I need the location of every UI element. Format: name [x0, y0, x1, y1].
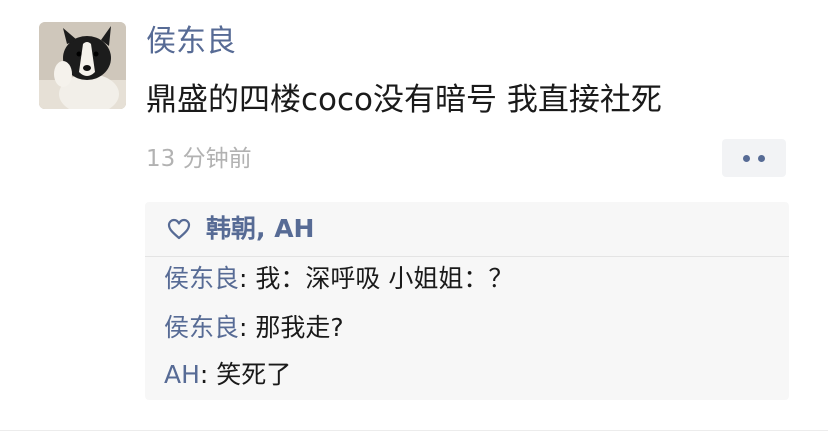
comment-author[interactable]: 侯东良 — [164, 313, 239, 342]
avatar[interactable] — [39, 22, 126, 109]
post-bottom-divider — [0, 430, 828, 431]
more-actions-button[interactable] — [722, 139, 786, 177]
comment-text: 笑死了 — [216, 360, 292, 389]
likes-names[interactable]: 韩朝, AH — [206, 211, 314, 247]
comment-separator: : — [199, 360, 217, 389]
comment-separator: : — [239, 313, 256, 342]
post-text: 鼎盛的四楼coco没有暗号 我直接社死 — [146, 82, 662, 118]
comment-item[interactable]: 侯东良: 那我走? — [164, 310, 344, 346]
comment-text: 那我走? — [255, 313, 344, 342]
comment-text: 我：深呼吸 小姐姐：？ — [255, 264, 514, 293]
comment-item[interactable]: AH: 笑死了 — [164, 357, 291, 393]
moments-post: 侯东良 鼎盛的四楼coco没有暗号 我直接社死 13 分钟前 韩朝, AH 侯东… — [0, 0, 828, 436]
dog-avatar-image — [39, 22, 126, 109]
post-timestamp: 13 分钟前 — [146, 146, 252, 172]
comment-author[interactable]: AH — [164, 360, 200, 389]
more-dots-icon — [743, 154, 765, 162]
comment-item[interactable]: 侯东良: 我：深呼吸 小姐姐：？ — [164, 261, 513, 297]
likes-divider — [145, 256, 789, 257]
heart-icon — [167, 218, 191, 240]
comment-separator: : — [239, 264, 256, 293]
likes-row: 韩朝, AH — [145, 202, 789, 256]
comment-author[interactable]: 侯东良 — [164, 264, 239, 293]
post-author-name[interactable]: 侯东良 — [146, 22, 236, 62]
likes-comments-panel: 韩朝, AH 侯东良: 我：深呼吸 小姐姐：？ 侯东良: 那我走? AH: 笑死… — [145, 202, 789, 400]
